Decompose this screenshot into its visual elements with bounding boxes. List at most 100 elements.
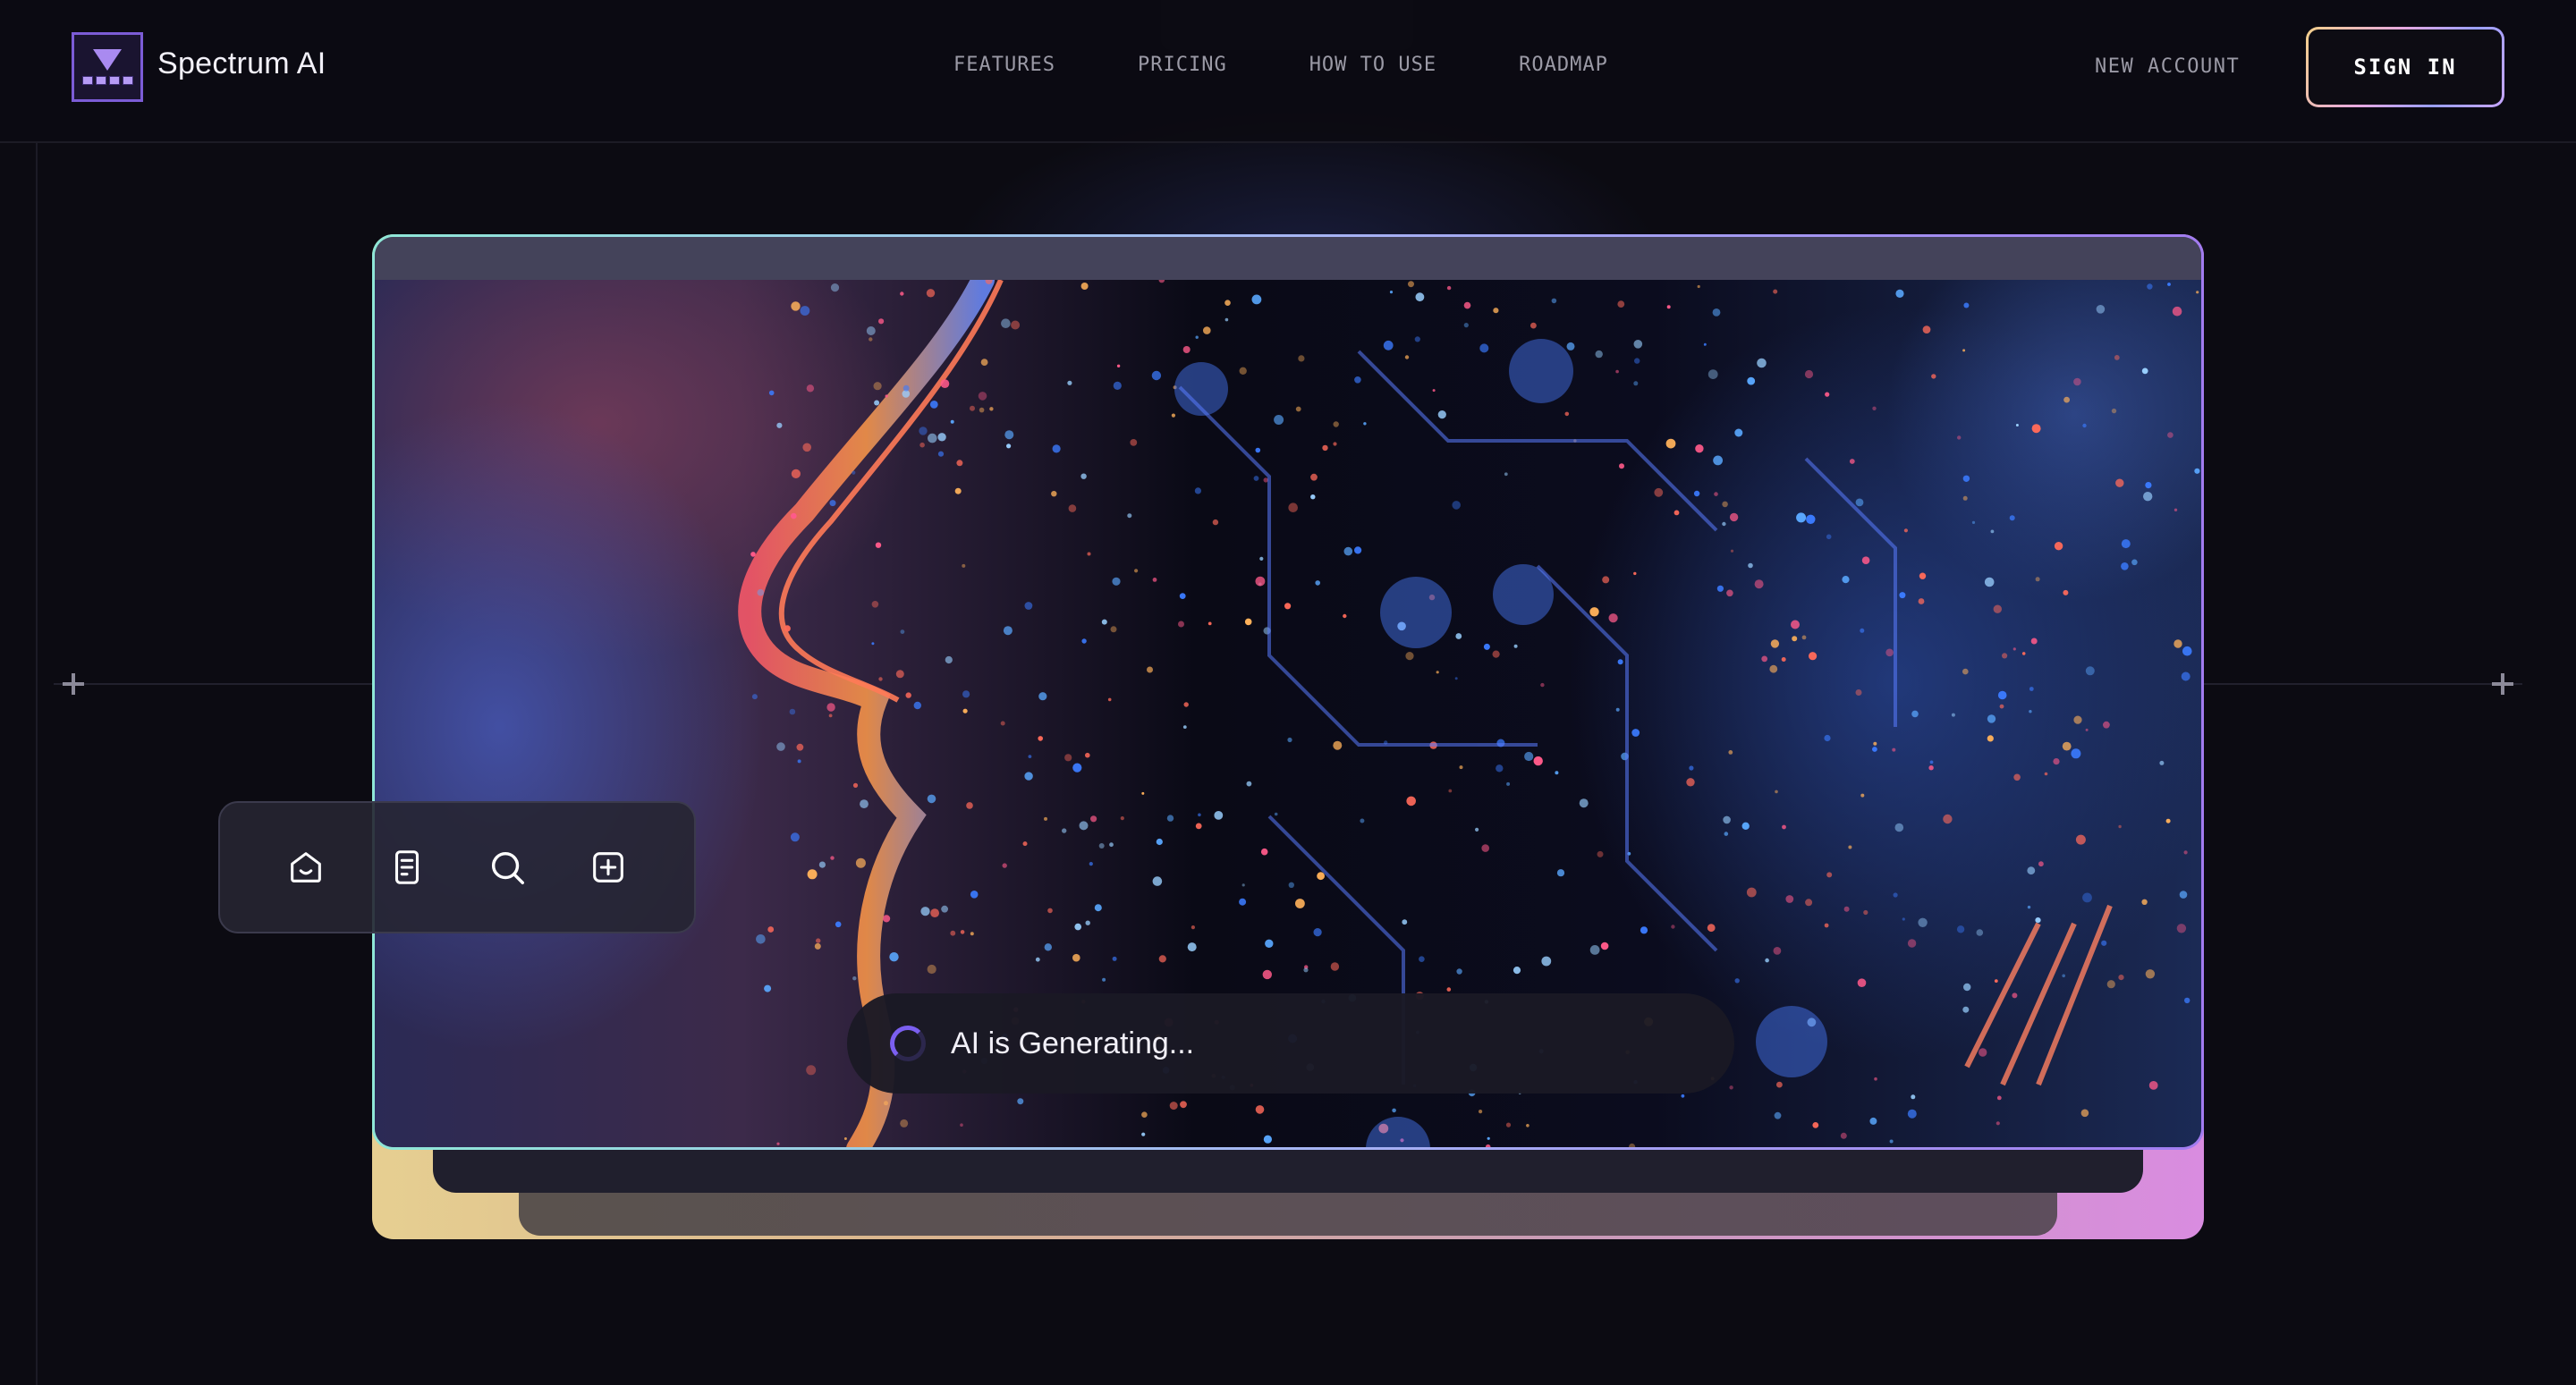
particle-dot <box>1919 572 1927 579</box>
particle-dot <box>1363 422 1367 426</box>
particle-dot <box>1855 498 1864 507</box>
particle-dot <box>2075 834 2086 845</box>
particle-dot <box>1068 504 1077 512</box>
particle-dot <box>1617 659 1623 665</box>
particle-dot <box>1414 336 1420 342</box>
particle-dot <box>1067 380 1072 385</box>
particle-dot <box>950 930 956 936</box>
particle-dot <box>2184 997 2190 1004</box>
particle-dot <box>1389 291 1394 294</box>
particle-dot <box>1448 789 1453 793</box>
particle-dot <box>1288 502 1298 512</box>
particle-dot <box>2101 940 2107 946</box>
particle-dot <box>1415 292 1425 302</box>
nav-link-features[interactable]: FEATURES <box>953 54 1055 76</box>
particle-dot <box>2062 741 2072 751</box>
particle-dot <box>860 799 869 808</box>
particle-dot <box>1842 576 1850 584</box>
particle-dot <box>1761 655 1768 663</box>
particle-dot <box>1130 439 1138 446</box>
particle-dot <box>878 677 883 681</box>
nav-link-roadmap[interactable]: ROADMAP <box>1519 54 1608 76</box>
particle-dot <box>1322 444 1328 452</box>
particle-dot <box>1090 815 1097 823</box>
particle-dot <box>869 337 873 342</box>
plus-marker-icon-right <box>2492 673 2513 695</box>
particle-dot <box>930 908 939 917</box>
particle-dot <box>1990 529 1995 534</box>
particle-dot <box>902 384 910 392</box>
main-navigation: FEATURES PRICING HOW TO USE ROADMAP <box>953 54 1690 76</box>
particle-dot <box>1513 967 1521 975</box>
particle-dot <box>1481 844 1489 852</box>
particle-dot <box>2167 283 2171 286</box>
particle-dot <box>1713 455 1723 466</box>
nav-link-pricing[interactable]: PRICING <box>1138 54 1227 76</box>
particle-dot <box>1902 917 1905 921</box>
particle-dot <box>1098 843 1105 849</box>
particle-dot <box>1116 364 1121 367</box>
particle-dot <box>2021 652 2026 655</box>
particle-dot <box>1354 376 1361 384</box>
particle-dot <box>941 905 948 913</box>
particle-dot <box>1754 579 1764 589</box>
particle-dot <box>756 934 766 944</box>
particle-dot <box>1044 943 1052 951</box>
particle-dot <box>978 392 987 401</box>
nav-link-how-to-use[interactable]: HOW TO USE <box>1309 54 1436 76</box>
particle-dot <box>2082 423 2087 428</box>
search-icon[interactable] <box>480 840 534 894</box>
particle-dot <box>1006 443 1012 449</box>
particle-dot <box>1600 942 1609 950</box>
particle-dot <box>1262 969 1272 980</box>
particle-dot <box>791 469 801 478</box>
particle-dot <box>1785 895 1794 903</box>
particle-dot <box>1729 512 1739 522</box>
particle-dot <box>1654 487 1664 497</box>
particle-dot <box>2071 748 2081 759</box>
particle-dot <box>1855 689 1862 696</box>
particle-dot <box>1504 472 1508 477</box>
bokeh-blob <box>1366 1117 1430 1147</box>
particle-dot <box>1194 487 1201 494</box>
particle-dot <box>1343 546 1353 556</box>
particle-dot <box>895 670 904 679</box>
particle-dot <box>2174 508 2178 511</box>
document-icon[interactable] <box>380 840 434 894</box>
particle-dot <box>1028 755 1032 758</box>
particle-dot <box>1723 815 1731 824</box>
particle-dot <box>1791 620 1800 629</box>
particle-dot <box>1962 475 1970 482</box>
particle-dot <box>927 964 936 975</box>
particle-dot <box>1274 415 1284 425</box>
particle-dot <box>1004 430 1014 440</box>
particle-dot <box>1134 569 1139 573</box>
particle-dot <box>1804 369 1814 379</box>
particle-dot <box>1533 756 1543 766</box>
particle-dot <box>2115 478 2124 487</box>
new-account-link[interactable]: NEW ACCOUNT <box>2095 55 2240 78</box>
particle-dot <box>800 306 810 316</box>
particle-dot <box>1112 577 1121 586</box>
particle-dot <box>855 857 866 868</box>
particle-dot <box>1551 298 1557 304</box>
gem-film-logo-icon[interactable] <box>72 32 143 102</box>
particle-dot <box>1408 281 1414 288</box>
particle-dot <box>1899 592 1906 599</box>
particle-dot <box>950 419 954 424</box>
sign-in-button[interactable]: SIGN IN <box>2309 30 2502 105</box>
brand-name[interactable]: Spectrum AI <box>157 46 326 81</box>
particle-dot <box>1080 283 1089 290</box>
add-square-icon[interactable] <box>581 840 635 894</box>
particle-dot <box>919 426 928 435</box>
particle-dot <box>1602 576 1610 584</box>
particle-dot <box>2035 577 2040 582</box>
particle-dot <box>1726 589 1733 597</box>
particle-dot <box>2030 638 2038 645</box>
home-icon[interactable] <box>279 840 333 894</box>
particle-dot <box>1776 1081 1783 1088</box>
particle-dot <box>1158 280 1165 283</box>
particle-dot <box>2159 760 2165 765</box>
particle-dot <box>2182 646 2192 656</box>
particle-dot <box>1044 816 1047 821</box>
